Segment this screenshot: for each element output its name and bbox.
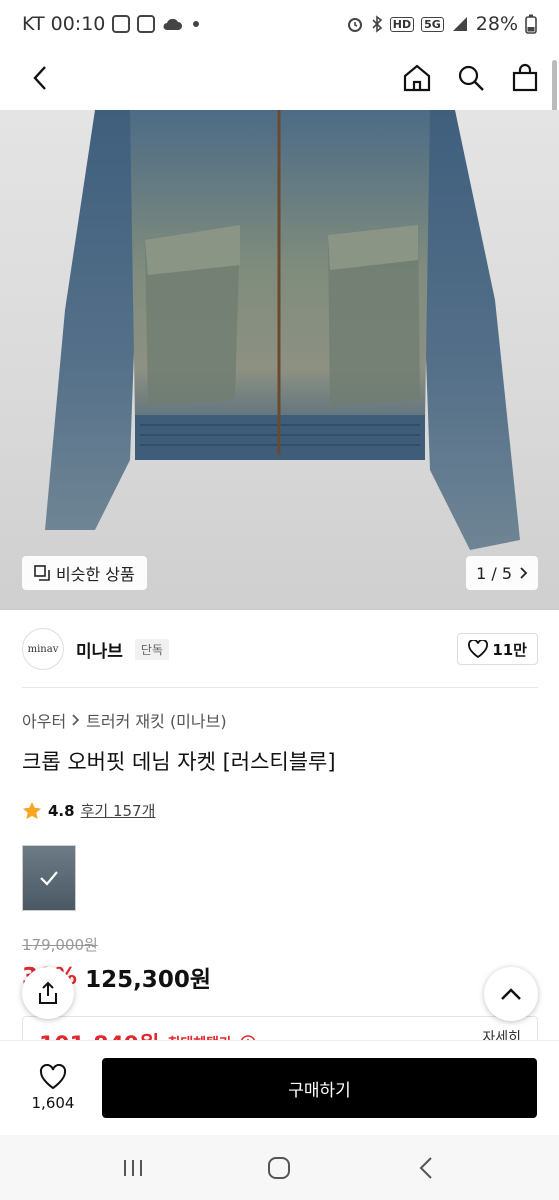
reviews-link[interactable]: 후기 157개 (81, 800, 156, 821)
alarm-icon (347, 18, 362, 32)
brand-logo[interactable]: minav (22, 628, 64, 670)
sale-price: 125,300원 (85, 967, 211, 993)
wishlist-button[interactable]: 1,604 (28, 1064, 78, 1112)
brand-row: minav 미나브 단독 11만 (22, 620, 538, 678)
similar-products-label: 비슷한 상품 (56, 565, 135, 584)
share-icon (39, 981, 57, 1004)
share-button[interactable] (22, 967, 74, 1019)
wishlist-count: 1,604 (31, 1094, 75, 1112)
home-button[interactable] (401, 62, 433, 94)
top-nav (0, 48, 559, 108)
similar-products-button[interactable]: 비슷한 상품 (22, 556, 147, 590)
back-button[interactable] (24, 62, 56, 94)
search-icon (458, 65, 484, 91)
home-nav-button[interactable] (259, 1148, 299, 1188)
signal-icon (452, 17, 467, 31)
battery-icon (525, 14, 537, 34)
search-button[interactable] (455, 62, 487, 94)
home-circle-icon (268, 1156, 291, 1179)
color-option-thumbnail[interactable] (22, 845, 76, 911)
gallery-icon (137, 15, 156, 33)
star-icon (23, 801, 41, 819)
instagram-icon (112, 15, 131, 33)
buy-button[interactable]: 구매하기 (102, 1058, 537, 1118)
image-pager[interactable]: 1 / 5 (466, 556, 538, 590)
breadcrumb-category[interactable]: 아우터 (22, 708, 66, 732)
home-icon (403, 64, 431, 92)
product-image[interactable]: 비슷한 상품 1 / 5 (0, 110, 559, 610)
back-arrow-icon (419, 1156, 432, 1179)
system-nav-bar (0, 1135, 559, 1200)
cloud-icon (163, 18, 183, 30)
brand-like-count: 11만 (492, 640, 527, 659)
rating-score: 4.8 (48, 801, 75, 820)
cart-button[interactable] (509, 62, 541, 94)
bluetooth-icon (372, 15, 382, 33)
brand-name[interactable]: 미나브 (76, 637, 123, 662)
breadcrumb: 아우터 트러커 재킷 (미나브) (22, 708, 227, 732)
chevron-left-icon (33, 66, 46, 90)
checkmark-icon (40, 871, 58, 886)
heart-icon (468, 640, 489, 658)
recent-apps-icon (124, 1159, 143, 1176)
heart-icon (39, 1064, 67, 1090)
denim-jacket-image (45, 110, 520, 550)
back-nav-button[interactable] (406, 1148, 446, 1188)
brand-like-button[interactable]: 11만 (457, 633, 538, 665)
chevron-up-icon (501, 988, 521, 1000)
scroll-top-button[interactable] (484, 967, 538, 1021)
chevron-right-icon (72, 714, 80, 726)
chevron-right-icon (520, 567, 528, 579)
divider (22, 687, 538, 688)
shopping-bag-icon (512, 63, 538, 92)
network-type: 5G (421, 16, 444, 32)
hd-icon: HD (389, 16, 415, 32)
notification-dot-icon (193, 21, 200, 27)
recent-apps-button[interactable] (113, 1148, 153, 1188)
battery-percent: 28% (475, 13, 518, 35)
purchase-bar: 1,604 구매하기 (0, 1040, 559, 1135)
carrier-time: KT 00:10 (22, 13, 106, 35)
original-price: 179,000원 (22, 936, 98, 954)
status-bar: KT 00:10 HD 5G 28% (0, 0, 559, 48)
pager-text: 1 / 5 (476, 563, 512, 583)
rating-row: 4.8 후기 157개 (22, 800, 155, 821)
copy-icon (34, 565, 50, 581)
exclusive-badge: 단독 (134, 638, 170, 660)
product-title: 크롭 오버핏 데님 자켓 [러스티블루] (22, 750, 336, 774)
breadcrumb-subcategory[interactable]: 트러커 재킷 (미나브) (86, 708, 226, 732)
